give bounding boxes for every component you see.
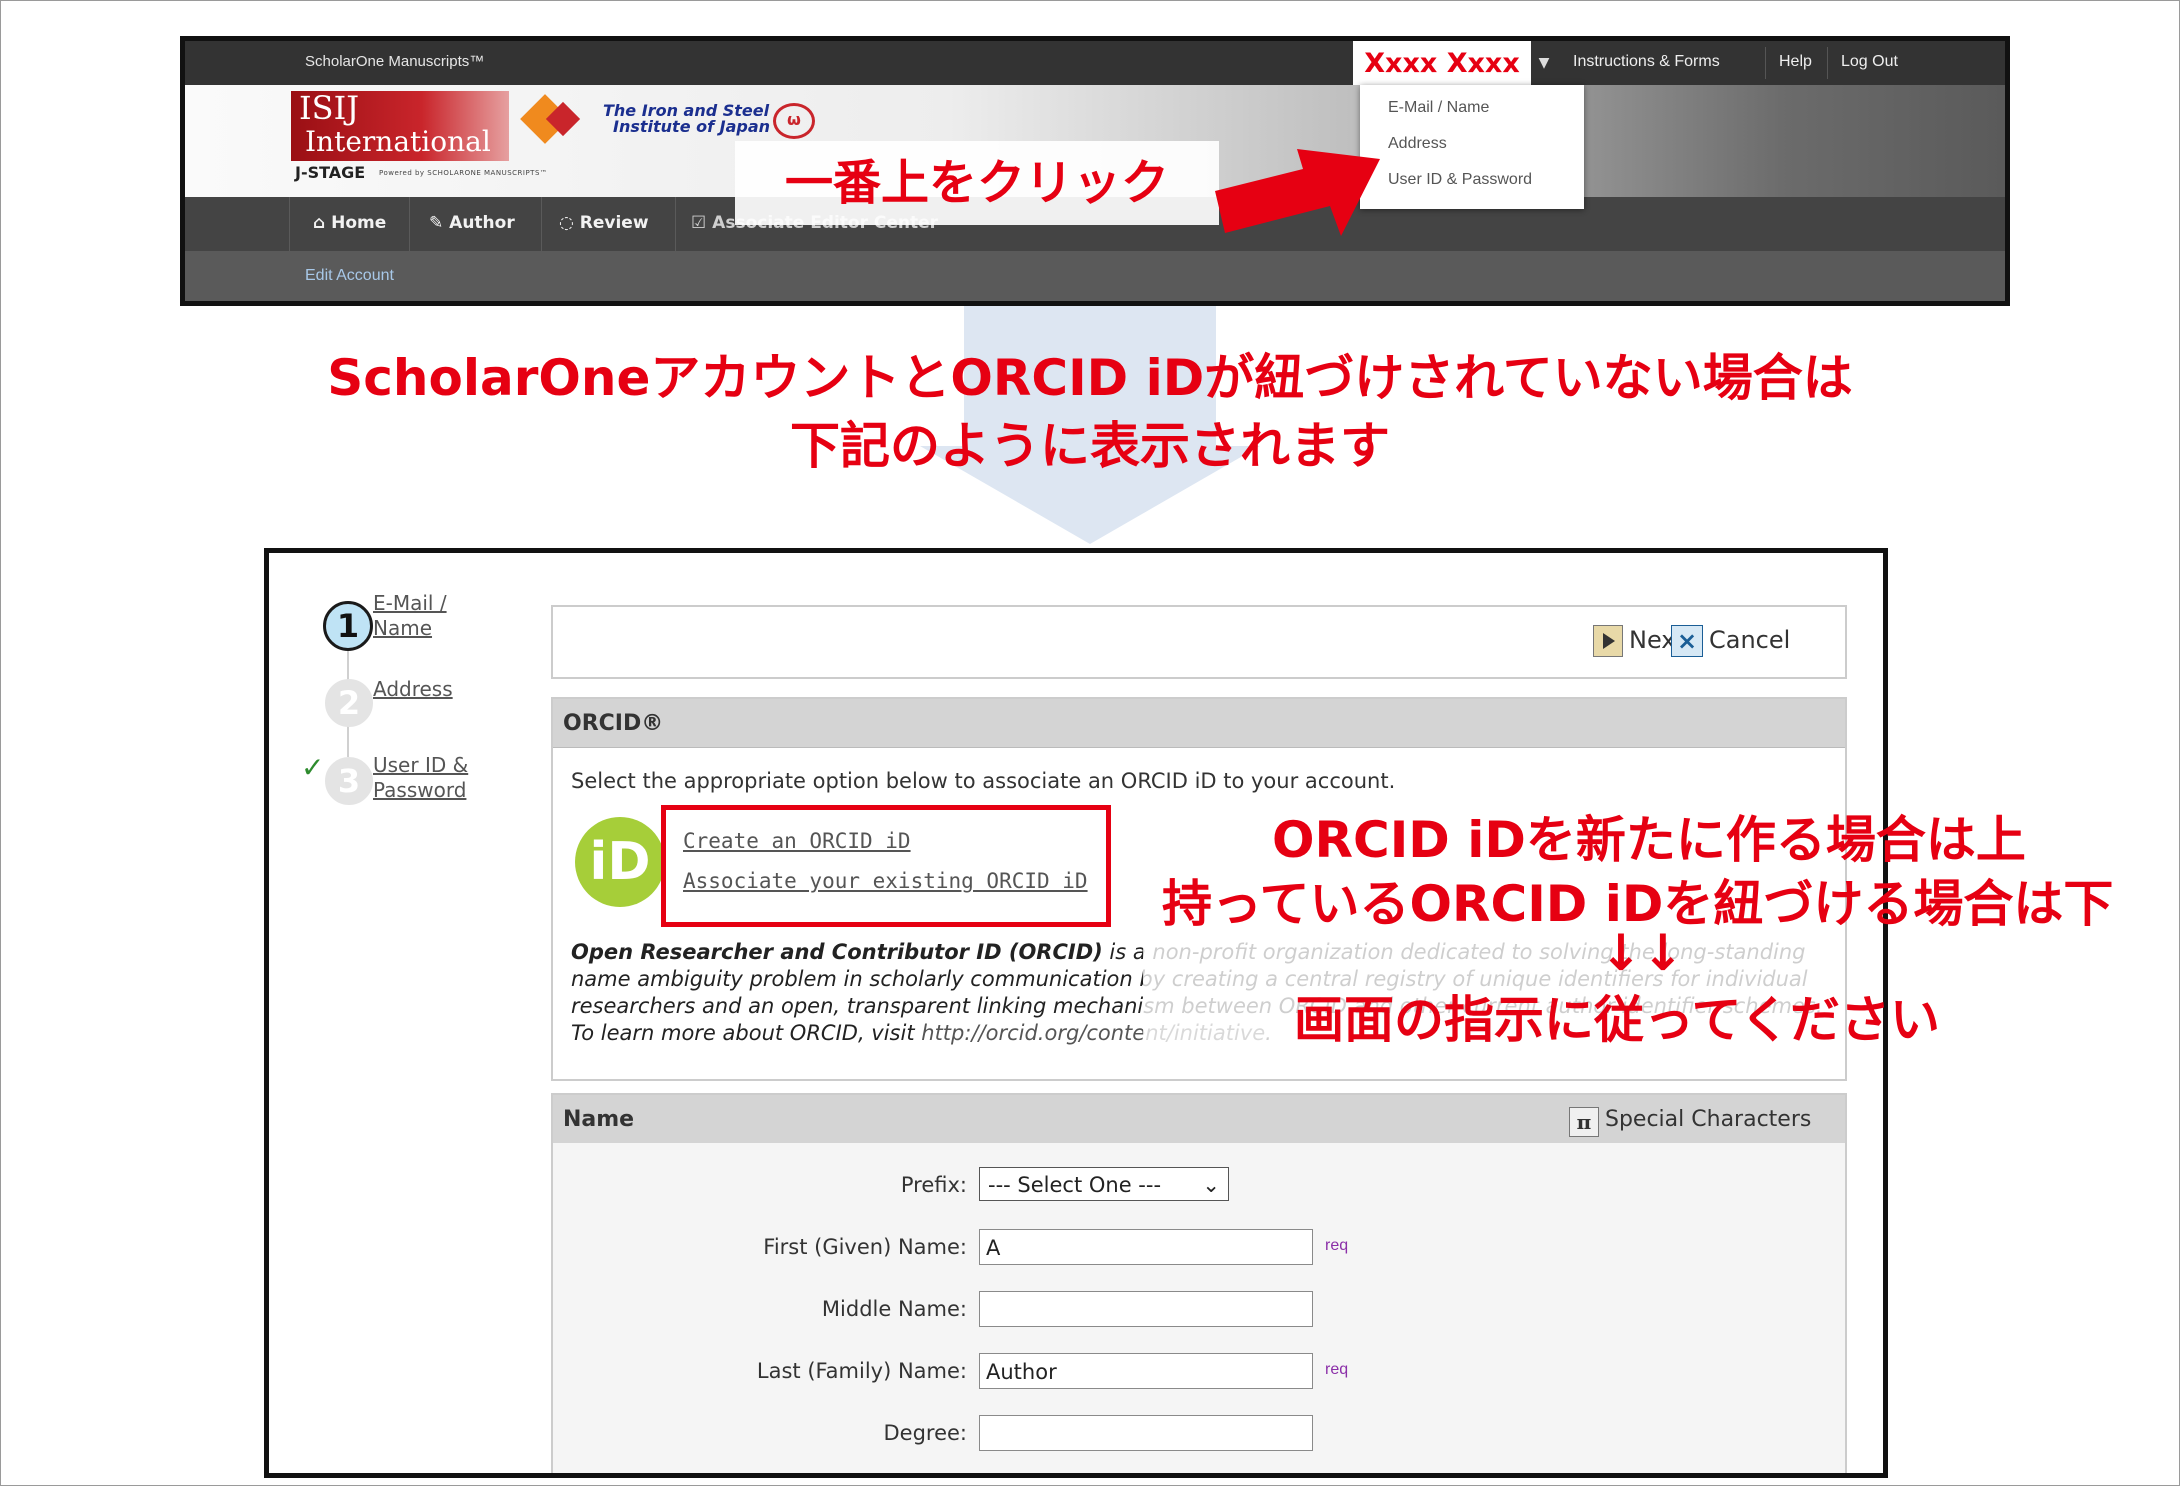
- overlay-line1: ORCID iDを新たに作る場合は上: [1272, 811, 2026, 869]
- first-name-label: First (Given) Name:: [763, 1235, 967, 1259]
- cancel-button[interactable]: Cancel: [1709, 626, 1790, 654]
- pi-icon[interactable]: π: [1569, 1107, 1599, 1137]
- close-icon[interactable]: ×: [1671, 625, 1703, 657]
- step-2-link[interactable]: Address: [373, 677, 453, 702]
- orcid-section-title: ORCID®: [563, 711, 664, 736]
- top-screenshot: ScholarOne Manuscripts™ Xxxx Xxxx ▼ Inst…: [180, 36, 2010, 306]
- required-marker: req: [1325, 1237, 1349, 1254]
- highlight-box: [661, 805, 1111, 927]
- last-name-label: Last (Family) Name:: [756, 1359, 967, 1383]
- checkmark-icon: ✓: [301, 751, 325, 784]
- last-name-field[interactable]: Author: [979, 1353, 1313, 1389]
- chevron-down-icon: ⌄: [1202, 1173, 1220, 1197]
- step-2-indicator: 2: [325, 679, 373, 727]
- headline: ScholarOneアカウントとORCID iDが紐づけされていない場合は 下記…: [0, 344, 2180, 480]
- degree-label: Degree:: [883, 1421, 967, 1445]
- orcid-id-icon: iD: [575, 817, 665, 907]
- prefix-select-value: --- Select One ---: [988, 1173, 1162, 1197]
- overlay-arrows: ↓↓: [1600, 924, 1684, 982]
- step-1-link[interactable]: E-Mail / Name: [373, 591, 463, 641]
- headline-line2: 下記のように表示されます: [790, 417, 1390, 475]
- play-icon[interactable]: [1593, 625, 1623, 657]
- overlay-line3: 画面の指示に従ってください: [1294, 991, 1940, 1049]
- red-pointer-arrow: [1215, 149, 1380, 236]
- name-section-header: Name π Special Characters: [553, 1095, 1845, 1144]
- degree-field[interactable]: [979, 1415, 1313, 1451]
- first-name-field[interactable]: A: [979, 1229, 1313, 1265]
- step-3-link[interactable]: User ID & Password: [373, 753, 483, 803]
- name-section-title: Name: [563, 1107, 635, 1132]
- orcid-intro-text: Select the appropriate option below to a…: [571, 769, 1396, 793]
- prefix-select[interactable]: --- Select One --- ⌄: [979, 1167, 1229, 1201]
- headline-line1: ScholarOneアカウントとORCID iDが紐づけされていない場合は: [327, 349, 1853, 407]
- middle-name-label: Middle Name:: [821, 1297, 967, 1321]
- orcid-desc-bold: Open Researcher and Contributor ID (ORCI…: [571, 940, 1103, 964]
- middle-name-field[interactable]: [979, 1291, 1313, 1327]
- prefix-label: Prefix:: [900, 1173, 967, 1197]
- required-marker: req: [1325, 1361, 1349, 1378]
- name-form: Prefix: --- Select One --- ⌄ First (Given…: [553, 1143, 1845, 1473]
- name-section: Name π Special Characters Prefix: --- Se…: [551, 1093, 1847, 1473]
- step-1-indicator: 1: [323, 601, 373, 651]
- create-orcid-link[interactable]: Create an ORCID iD: [683, 829, 911, 853]
- special-characters-button[interactable]: Special Characters: [1605, 1107, 1811, 1132]
- associate-orcid-link[interactable]: Associate your existing ORCID iD: [683, 869, 1088, 893]
- action-bar: Next × Cancel: [551, 605, 1847, 679]
- orcid-section-header: ORCID®: [553, 699, 1845, 748]
- step-3-indicator: 3: [325, 757, 373, 805]
